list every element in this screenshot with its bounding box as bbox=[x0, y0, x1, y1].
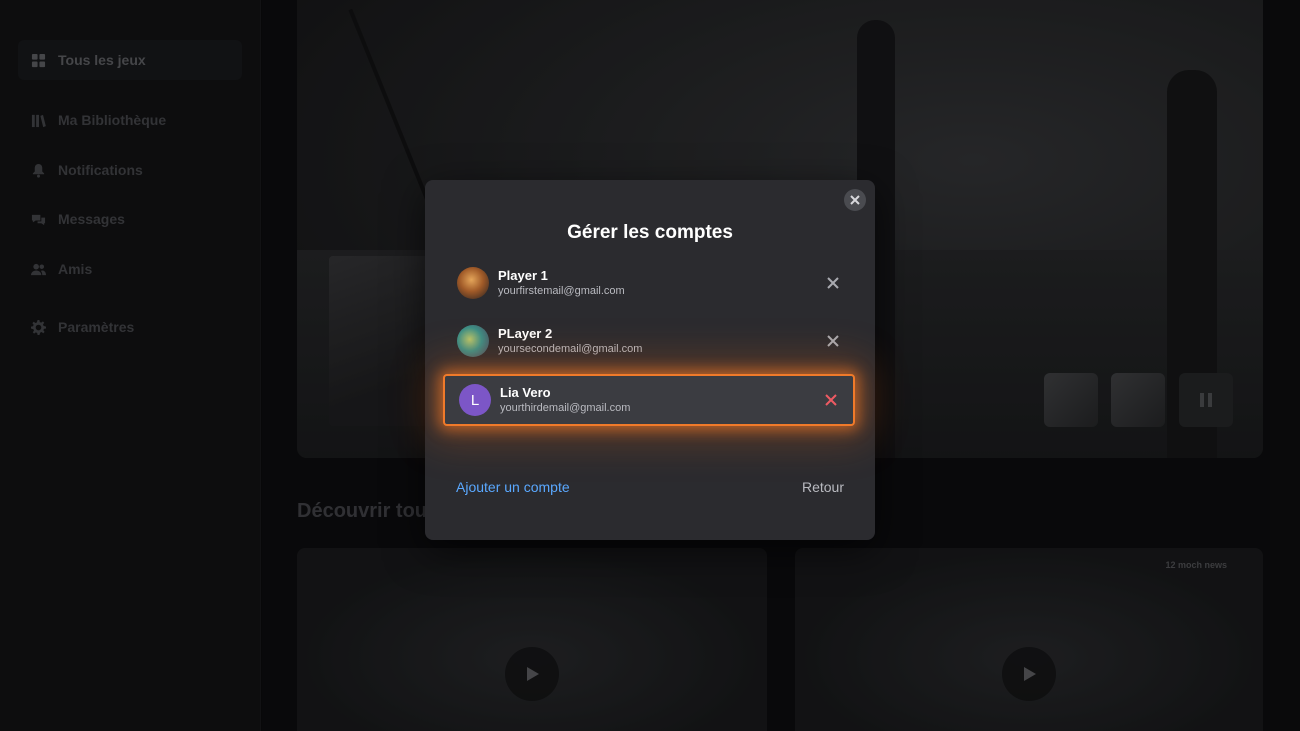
account-name: Player 1 bbox=[498, 268, 548, 283]
dialog-title: Gérer les comptes bbox=[567, 222, 733, 243]
close-icon bbox=[827, 335, 839, 347]
account-email: yourthirdemail@gmail.com bbox=[500, 402, 631, 414]
account-row[interactable]: PLayer 2 yoursecondemail@gmail.com bbox=[443, 315, 855, 367]
close-icon bbox=[827, 277, 839, 289]
manage-accounts-dialog: Gérer les comptes Player 1 yourfirstemai… bbox=[425, 180, 875, 540]
account-email: yoursecondemail@gmail.com bbox=[498, 343, 643, 355]
remove-account-button[interactable] bbox=[825, 333, 841, 349]
close-icon bbox=[850, 195, 860, 205]
add-account-link[interactable]: Ajouter un compte bbox=[456, 479, 570, 495]
back-button[interactable]: Retour bbox=[802, 479, 844, 495]
avatar bbox=[457, 325, 489, 357]
account-email: yourfirstemail@gmail.com bbox=[498, 285, 625, 297]
account-row[interactable]: Player 1 yourfirstemail@gmail.com bbox=[443, 257, 855, 309]
remove-account-button[interactable] bbox=[825, 275, 841, 291]
account-name: Lia Vero bbox=[500, 385, 551, 400]
account-name: PLayer 2 bbox=[498, 326, 553, 341]
close-icon bbox=[825, 394, 837, 406]
remove-account-button[interactable] bbox=[823, 392, 839, 408]
app-window: Tous les jeux Ma Bibliothèque Notificati… bbox=[0, 0, 1300, 731]
avatar: L bbox=[459, 384, 491, 416]
avatar bbox=[457, 267, 489, 299]
close-button[interactable] bbox=[844, 189, 866, 211]
account-row-selected[interactable]: L Lia Vero yourthirdemail@gmail.com bbox=[443, 374, 855, 426]
